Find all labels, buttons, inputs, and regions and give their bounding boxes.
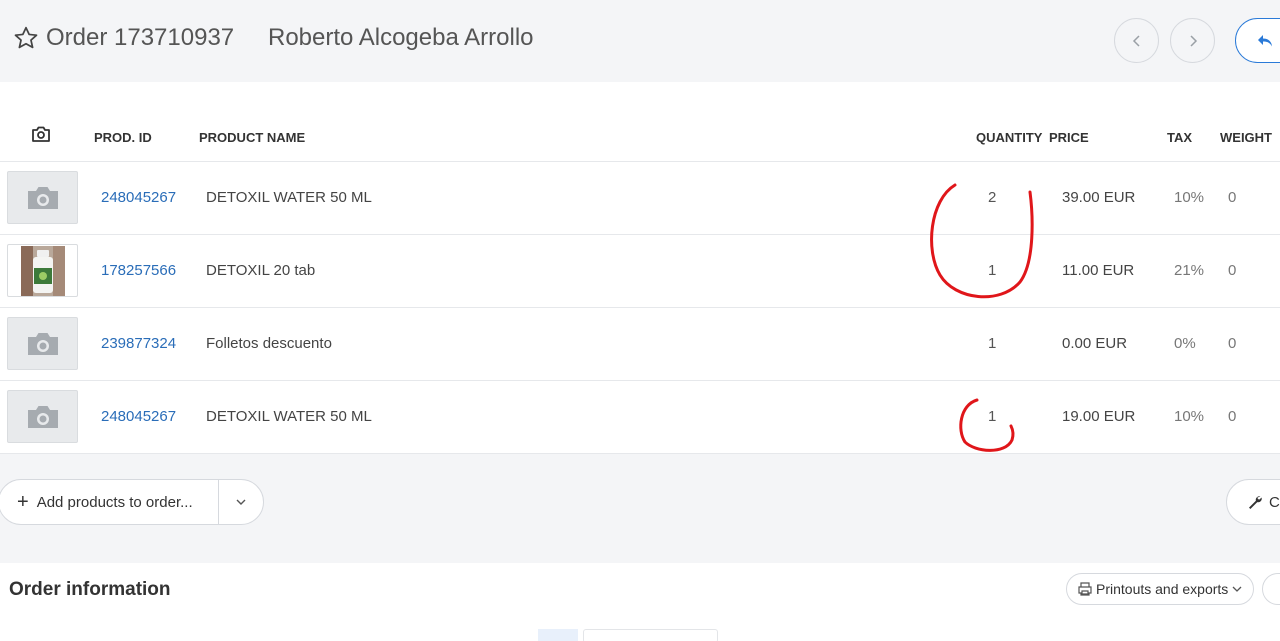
product-name: Folletos descuento [206, 335, 332, 352]
chevron-down-icon [236, 499, 246, 505]
camera-icon [27, 186, 58, 209]
product-id-link[interactable]: 248045267 [101, 408, 176, 425]
table-row: 178257566 DETOXIL 20 tab 1 11.00 EUR 21%… [0, 235, 1280, 308]
add-products-button[interactable]: + Add products to order... [0, 480, 219, 524]
order-header: Order 173710937 Roberto Alcogeba Arrollo [0, 0, 1280, 80]
product-name: DETOXIL 20 tab [206, 262, 316, 279]
product-image[interactable] [7, 244, 78, 297]
product-name: DETOXIL WATER 50 ML [206, 408, 372, 425]
section-title: Order information [9, 579, 171, 600]
product-quantity[interactable]: 1 [988, 262, 996, 279]
product-id-link[interactable]: 178257566 [101, 262, 176, 279]
column-prod-id[interactable]: PROD. ID [94, 130, 152, 145]
star-icon[interactable] [13, 25, 39, 51]
product-weight: 0 [1228, 335, 1237, 352]
column-price[interactable]: PRICE [1049, 130, 1089, 145]
chevron-left-icon [1132, 34, 1140, 47]
table-header: PROD. ID PRODUCT NAME QUANTITY PRICE TAX… [0, 82, 1280, 162]
table-row: 248045267 DETOXIL WATER 50 ML 1 19.00 EU… [0, 381, 1280, 454]
product-image-placeholder[interactable] [7, 390, 78, 443]
order-products-panel: PROD. ID PRODUCT NAME QUANTITY PRICE TAX… [0, 82, 1280, 454]
product-weight: 0 [1228, 408, 1237, 425]
product-price[interactable]: 39.00 EUR [1062, 189, 1135, 206]
customer-name: Roberto Alcogeba Arrollo [268, 24, 534, 51]
product-quantity[interactable]: 1 [988, 335, 996, 352]
add-products-button-group: + Add products to order... [0, 479, 264, 525]
tools-label: C [1269, 493, 1280, 511]
printouts-exports-button[interactable]: Printouts and exports [1066, 573, 1254, 605]
product-image-placeholder[interactable] [7, 317, 78, 370]
camera-icon [27, 405, 58, 428]
plus-icon: + [17, 490, 29, 513]
reply-icon [1258, 34, 1272, 46]
previous-order-button[interactable] [1114, 18, 1159, 63]
table-row: 239877324 Folletos descuento 1 0.00 EUR … [0, 308, 1280, 381]
product-tax: 0% [1174, 335, 1196, 352]
chevron-down-icon [1232, 586, 1242, 592]
info-input-fragment[interactable] [583, 629, 718, 641]
product-tax: 21% [1174, 262, 1205, 279]
product-price[interactable]: 11.00 EUR [1062, 262, 1134, 279]
order-title: Order 173710937 [46, 24, 235, 51]
column-product-name[interactable]: PRODUCT NAME [199, 130, 305, 145]
table-row: 248045267 DETOXIL WATER 50 ML 2 39.00 EU… [0, 162, 1280, 235]
product-weight: 0 [1228, 262, 1237, 279]
product-bottle-photo [20, 245, 65, 296]
product-quantity[interactable]: 1 [988, 408, 996, 425]
product-price[interactable]: 0.00 EUR [1062, 335, 1127, 352]
printer-icon [1078, 582, 1092, 596]
info-field-fragment [538, 629, 578, 641]
column-weight[interactable]: WEIGHT [1220, 130, 1272, 145]
next-order-button[interactable] [1170, 18, 1215, 63]
camera-icon [32, 126, 50, 142]
product-image-placeholder[interactable] [7, 171, 78, 224]
product-id-link[interactable]: 239877324 [101, 335, 176, 352]
product-id-link[interactable]: 248045267 [101, 189, 176, 206]
printouts-label: Printouts and exports [1096, 581, 1229, 597]
back-button[interactable] [1235, 18, 1280, 63]
order-information-section: Order information Printouts and exports [0, 563, 1280, 641]
tools-button[interactable]: C [1226, 479, 1280, 525]
product-name: DETOXIL WATER 50 ML [206, 189, 372, 206]
camera-icon [27, 332, 58, 355]
column-quantity[interactable]: QUANTITY [976, 130, 1042, 145]
product-quantity[interactable]: 2 [988, 189, 996, 206]
product-tax: 10% [1174, 408, 1205, 425]
add-products-dropdown-button[interactable] [219, 480, 263, 524]
product-weight: 0 [1228, 189, 1237, 206]
wrench-icon [1249, 496, 1262, 509]
column-tax[interactable]: TAX [1167, 130, 1192, 145]
chevron-right-icon [1189, 34, 1197, 47]
product-price[interactable]: 19.00 EUR [1062, 408, 1135, 425]
add-products-label: Add products to order... [36, 493, 193, 511]
more-actions-button[interactable] [1262, 573, 1280, 605]
product-tax: 10% [1174, 189, 1205, 206]
